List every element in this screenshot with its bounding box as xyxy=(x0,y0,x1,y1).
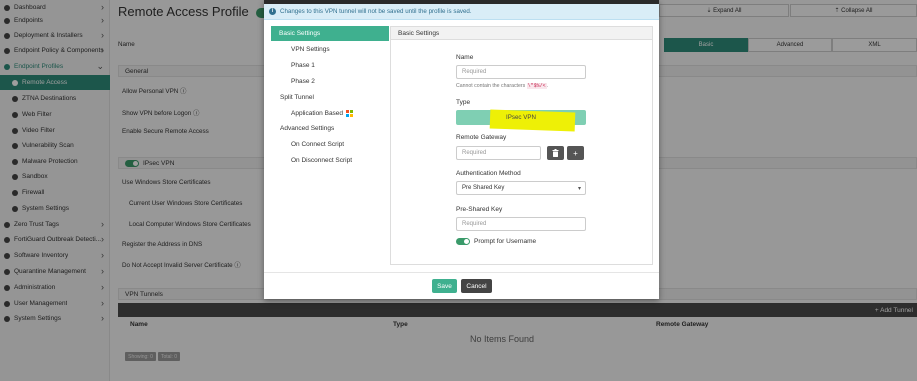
psk-input[interactable]: Required xyxy=(456,217,586,231)
unsaved-info-banner: i Changes to this VPN tunnel will not be… xyxy=(264,4,659,20)
auth-method-select[interactable]: Pre Shared Key ▾ xyxy=(456,181,586,195)
dialog-nav-item[interactable]: Phase 2 xyxy=(271,74,389,89)
type-selected-option[interactable]: IPsec VPN xyxy=(456,110,586,125)
name-hint: Cannot contain the characters \"$%/<. xyxy=(456,83,549,89)
dialog-footer-divider xyxy=(264,272,659,273)
info-circle-icon: i xyxy=(269,8,276,15)
auth-method-label: Authentication Method xyxy=(456,170,521,177)
dialog-nav-item[interactable]: Split Tunnel xyxy=(271,90,389,105)
panel-header: Basic Settings xyxy=(390,26,653,40)
info-banner-text: Changes to this VPN tunnel will not be s… xyxy=(280,8,472,15)
dialog-nav-item[interactable]: Application Based xyxy=(271,106,389,121)
remote-gateway-input[interactable]: Required xyxy=(456,146,541,160)
panel-title: Basic Settings xyxy=(398,29,440,37)
name-hint-text: Cannot contain the characters xyxy=(456,83,526,89)
add-gateway-button[interactable]: + xyxy=(567,146,584,160)
dialog-nav-item[interactable]: VPN Settings xyxy=(271,42,389,57)
auth-method-value: Pre Shared Key xyxy=(462,185,505,191)
dialog-nav-label: Basic Settings xyxy=(279,30,321,37)
dialog-nav-item[interactable]: On Connect Script xyxy=(271,137,389,152)
dialog-nav-item[interactable]: Basic Settings xyxy=(271,26,389,41)
name-hint-chars: \"$%/< xyxy=(526,83,547,89)
dialog-nav-label: On Disconnect Script xyxy=(291,157,353,164)
prompt-username-label: Prompt for Username xyxy=(474,238,537,245)
chevron-down-icon: ▾ xyxy=(577,185,581,192)
dialog-nav-item[interactable]: Advanced Settings xyxy=(271,121,389,136)
dialog-nav-label: VPN Settings xyxy=(291,46,330,53)
prompt-username-row: Prompt for Username xyxy=(456,238,536,245)
save-button[interactable]: Save xyxy=(432,279,457,293)
prompt-username-toggle[interactable] xyxy=(456,238,470,245)
plus-icon: + xyxy=(573,148,578,158)
tunnel-name-input[interactable]: Required xyxy=(456,65,586,79)
type-label: Type xyxy=(456,99,471,106)
dialog-nav-item[interactable]: Phase 1 xyxy=(271,58,389,73)
windows-logo-icon xyxy=(346,110,353,117)
dialog-nav-item[interactable]: On Disconnect Script xyxy=(271,153,389,168)
psk-label: Pre-Shared Key xyxy=(456,206,503,213)
dialog-nav-label: Phase 2 xyxy=(291,78,315,85)
dialog-nav-label: Phase 1 xyxy=(291,62,315,69)
dialog-nav-label: Advanced Settings xyxy=(280,125,335,132)
dialog-nav-label: Split Tunnel xyxy=(280,94,314,101)
dialog-nav-label: Application Based xyxy=(291,110,344,117)
remote-gateway-label: Remote Gateway xyxy=(456,134,507,141)
delete-gateway-button[interactable] xyxy=(547,146,564,160)
trash-icon xyxy=(552,149,559,157)
tunnel-name-label: Name xyxy=(456,54,474,61)
dialog-nav-label: On Connect Script xyxy=(291,141,345,148)
cancel-button[interactable]: Cancel xyxy=(461,279,492,293)
